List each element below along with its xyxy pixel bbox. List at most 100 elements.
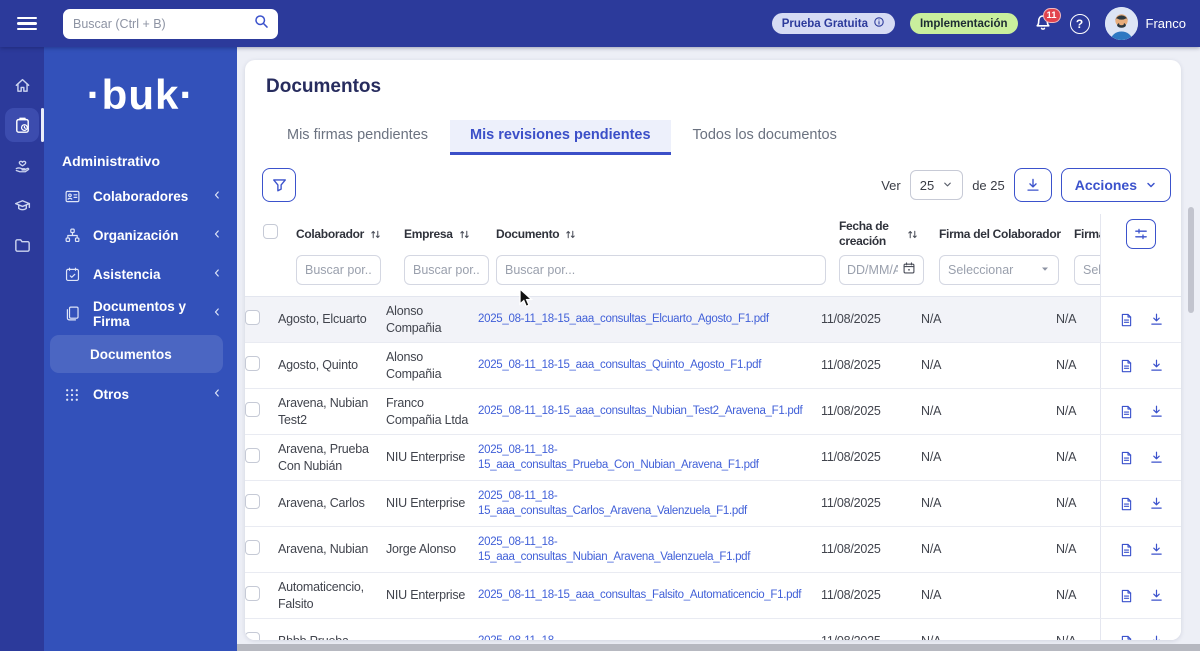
cell-fecha: 11/08/2025 <box>821 404 881 419</box>
download-document-icon[interactable] <box>1149 496 1164 511</box>
document-link[interactable]: 2025_08-11_18-15_aaa_consultas_Prueba_Co… <box>478 443 813 473</box>
avatar <box>1104 7 1138 40</box>
filter-fecha-input[interactable]: DD/MM/AAAA <box>839 255 924 285</box>
filter-documento-input[interactable] <box>496 255 826 285</box>
filter-firma-colaborador-select[interactable]: Seleccionar <box>939 255 1059 285</box>
column-header-firma-colaborador: Firma del Colaborador <box>939 226 1061 241</box>
folder-icon <box>13 236 32 255</box>
row-checkbox[interactable] <box>245 585 260 601</box>
document-link[interactable]: 2025_08-11_18-15_aaa_consultas_Nubian_Te… <box>478 404 813 419</box>
sidebar-item-otros[interactable]: Otros <box>44 375 237 414</box>
view-document-icon[interactable] <box>1119 312 1134 328</box>
sidebar-item-colaboradores[interactable]: Colaboradores <box>44 177 237 216</box>
tab-mis-firmas-pendientes[interactable]: Mis firmas pendientes <box>267 120 448 155</box>
row-checkbox[interactable] <box>245 631 260 640</box>
sidebar-item-label: Otros <box>93 387 130 402</box>
sidebar: ·buk· Administrativo Colaboradores Organ… <box>44 47 237 651</box>
help-button[interactable]: ? <box>1069 13 1090 34</box>
sidebar-item-organizacion[interactable]: Organización <box>44 216 237 255</box>
filter-colaborador-input[interactable] <box>296 255 381 285</box>
table-row: Aravena, Carlos NIU Enterprise 2025_08-1… <box>245 481 1181 527</box>
download-document-icon[interactable] <box>1149 542 1164 557</box>
view-document-icon[interactable] <box>1119 450 1134 466</box>
export-download-button[interactable] <box>1013 168 1052 202</box>
vertical-scrollbar[interactable] <box>1188 207 1194 313</box>
rail-benefits-button[interactable] <box>0 145 44 185</box>
hand-heart-icon <box>13 156 32 175</box>
column-header-empresa[interactable]: Empresa <box>404 227 496 242</box>
column-header-colaborador[interactable]: Colaborador <box>296 227 404 242</box>
view-document-icon[interactable] <box>1119 404 1134 420</box>
row-checkbox[interactable] <box>245 355 260 371</box>
document-link[interactable]: 2025_08-11_18-15_aaa_consultas_Falsito_A… <box>478 588 813 603</box>
cell-documento: 2025_08-11_18-15_aaa_consultas_Prueba_Co… <box>478 443 821 473</box>
hamburger-menu-icon[interactable] <box>17 16 37 31</box>
view-document-icon[interactable] <box>1119 542 1134 558</box>
trial-badge[interactable]: Prueba Gratuita <box>771 13 895 34</box>
documents-icon <box>64 305 83 322</box>
document-link[interactable]: 2025_08-11_18- <box>478 634 813 640</box>
sort-icon <box>566 230 576 238</box>
notification-count-badge: 11 <box>1042 7 1061 23</box>
select-all-checkbox[interactable] <box>263 224 278 239</box>
row-checkbox[interactable] <box>245 539 260 555</box>
view-document-icon[interactable] <box>1119 496 1134 512</box>
row-actions <box>1100 573 1181 618</box>
notifications-button[interactable]: 11 <box>1033 7 1061 36</box>
search-icon[interactable] <box>253 13 270 35</box>
row-checkbox[interactable] <box>245 447 260 463</box>
download-document-icon[interactable] <box>1149 634 1164 640</box>
filter-button[interactable] <box>262 168 296 202</box>
row-actions <box>1100 343 1181 388</box>
column-header-fecha[interactable]: Fecha de creación <box>839 219 939 249</box>
view-document-icon[interactable] <box>1119 588 1134 604</box>
page-size-select[interactable]: 25 <box>909 170 964 200</box>
download-document-icon[interactable] <box>1149 450 1164 465</box>
implementation-badge-label: Implementación <box>919 17 1008 30</box>
download-document-icon[interactable] <box>1149 404 1164 419</box>
row-checkbox[interactable] <box>245 493 260 509</box>
sliders-icon <box>1135 228 1147 240</box>
rail-documents-button[interactable] <box>0 105 44 145</box>
cell-empresa: Alonso Compañia <box>386 304 442 335</box>
cell-empresa: NIU Enterprise <box>386 450 466 465</box>
rail-files-button[interactable] <box>0 225 44 265</box>
view-document-icon[interactable] <box>1119 358 1134 374</box>
cell-fecha: 11/08/2025 <box>821 542 881 557</box>
global-search[interactable] <box>63 8 278 39</box>
document-link[interactable]: 2025_08-11_18-15_aaa_consultas_Elcuarto_… <box>478 312 813 327</box>
document-link[interactable]: 2025_08-11_18-15_aaa_consultas_Quinto_Ag… <box>478 358 813 373</box>
table-row: Bbbb Prueba 2025_08-11_18- 11/08/2025 N/… <box>245 619 1181 640</box>
download-document-icon[interactable] <box>1149 312 1164 327</box>
tab-todos-los-documentos[interactable]: Todos los documentos <box>673 120 857 155</box>
calendar-icon[interactable] <box>902 261 916 280</box>
sidebar-subitem-documentos[interactable]: Documentos <box>50 335 223 373</box>
download-document-icon[interactable] <box>1149 358 1164 373</box>
table-row: Aravena, Nubian Jorge Alonso 2025_08-11_… <box>245 527 1181 573</box>
rail-home-button[interactable] <box>0 65 44 105</box>
column-header-documento[interactable]: Documento <box>496 227 839 242</box>
cell-firma-colaborador: N/A <box>921 450 942 465</box>
document-link[interactable]: 2025_08-11_18-15_aaa_consultas_Carlos_Ar… <box>478 489 813 519</box>
sidebar-item-documentos-y-firma[interactable]: Documentos y Firma <box>44 294 237 333</box>
row-checkbox[interactable] <box>245 309 260 325</box>
tab-mis-revisiones-pendientes[interactable]: Mis revisiones pendientes <box>450 120 671 155</box>
search-input[interactable] <box>73 16 253 31</box>
info-icon <box>873 16 885 31</box>
horizontal-scrollbar[interactable] <box>237 644 1200 651</box>
id-card-icon <box>64 188 83 205</box>
cell-empresa: NIU Enterprise <box>386 496 466 511</box>
view-document-icon[interactable] <box>1119 634 1134 640</box>
cell-empresa: NIU Enterprise <box>386 588 466 603</box>
implementation-badge[interactable]: Implementación <box>909 13 1018 34</box>
clipboard-clock-icon <box>5 108 39 142</box>
row-checkbox[interactable] <box>245 401 260 417</box>
user-menu[interactable]: Franco <box>1104 7 1186 40</box>
document-link[interactable]: 2025_08-11_18-15_aaa_consultas_Nubian_Ar… <box>478 535 813 565</box>
filter-empresa-input[interactable] <box>404 255 489 285</box>
rail-training-button[interactable] <box>0 185 44 225</box>
sidebar-item-asistencia[interactable]: Asistencia <box>44 255 237 294</box>
column-settings-button[interactable] <box>1126 219 1156 249</box>
actions-button[interactable]: Acciones <box>1060 168 1171 202</box>
download-document-icon[interactable] <box>1149 588 1164 603</box>
